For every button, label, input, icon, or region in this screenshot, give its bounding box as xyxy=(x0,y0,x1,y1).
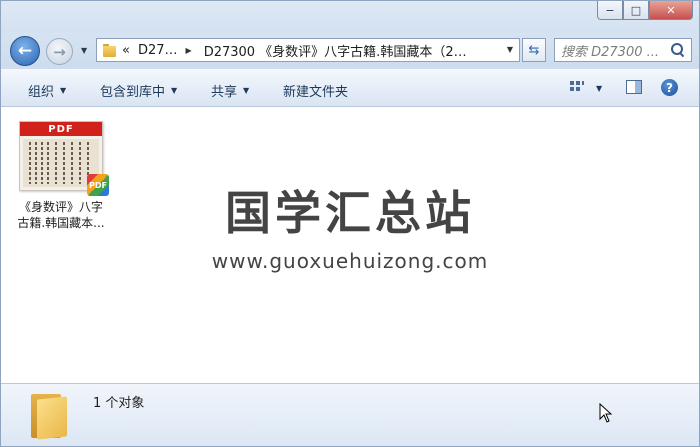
recent-pages-dropdown-icon[interactable]: ▼ xyxy=(81,46,87,55)
file-list-pane[interactable]: PDF PDF 《身数评》八字 古籍.韩国藏本... 国学汇总站 www.guo… xyxy=(1,107,699,383)
share-menu[interactable]: 共享 ▼ xyxy=(211,81,249,100)
preview-pane-icon[interactable] xyxy=(626,80,642,94)
details-pane: 1 个对象 xyxy=(1,383,699,446)
breadcrumb-current[interactable]: D27300 《身数评》八字古籍.韩国藏本（2… xyxy=(204,41,467,60)
organize-menu[interactable]: 组织 ▼ xyxy=(28,81,66,100)
navigation-bar: ← → ▼ « D27… ▶ D27300 《身数评》八字古籍.韩国藏本（2… … xyxy=(1,33,699,69)
close-button[interactable]: ✕ xyxy=(649,1,693,20)
view-options-icon[interactable] xyxy=(570,81,584,94)
maximize-button[interactable]: □ xyxy=(623,1,649,20)
include-in-library-label: 包含到库中 xyxy=(100,85,166,100)
back-arrow-icon: ← xyxy=(17,41,33,61)
help-icon[interactable]: ? xyxy=(661,79,678,96)
organize-label: 组织 xyxy=(28,85,55,100)
folder-icon xyxy=(31,392,67,440)
command-toolbar: 组织 ▼ 包含到库中 ▼ 共享 ▼ 新建文件夹 ▼ ? xyxy=(1,69,699,107)
forward-button[interactable]: → xyxy=(46,38,73,65)
watermark-url: www.guoxuehuizong.com xyxy=(211,249,489,273)
mouse-cursor-icon xyxy=(599,403,613,423)
view-dropdown-icon[interactable]: ▼ xyxy=(596,84,602,93)
watermark-title: 国学汇总站 xyxy=(225,186,475,240)
breadcrumb-segment[interactable]: D27… xyxy=(138,43,178,58)
chevron-down-icon: ▼ xyxy=(171,86,178,95)
search-placeholder: 搜索 D27300 ... xyxy=(561,44,660,60)
folder-icon xyxy=(103,43,116,57)
address-bar[interactable]: « D27… ▶ D27300 《身数评》八字古籍.韩国藏本（2… ▼ xyxy=(96,38,520,62)
address-overflow[interactable]: « xyxy=(122,43,130,58)
refresh-button[interactable]: ⇆ xyxy=(522,38,546,62)
new-folder-label: 新建文件夹 xyxy=(283,85,349,100)
pdf-type-band: PDF xyxy=(20,122,102,136)
refresh-icon: ⇆ xyxy=(528,42,540,58)
address-dropdown-icon[interactable]: ▼ xyxy=(507,45,513,54)
title-bar: − □ ✕ xyxy=(1,1,699,33)
back-button[interactable]: ← xyxy=(10,36,40,66)
explorer-window: − □ ✕ ← → ▼ « D27… ▶ D27300 《身数评》八字古籍.韩国… xyxy=(0,0,700,447)
watermark: 国学汇总站 www.guoxuehuizong.com xyxy=(1,177,699,273)
forward-arrow-icon: → xyxy=(53,42,66,61)
new-folder-button[interactable]: 新建文件夹 xyxy=(283,81,348,100)
caption-buttons: − □ ✕ xyxy=(597,1,693,20)
search-icon[interactable] xyxy=(671,43,685,57)
search-input[interactable]: 搜索 D27300 ... xyxy=(554,38,692,62)
share-label: 共享 xyxy=(211,85,238,100)
minimize-button[interactable]: − xyxy=(597,1,623,20)
item-count: 1 个对象 xyxy=(93,396,145,411)
chevron-down-icon: ▼ xyxy=(60,86,67,95)
chevron-right-icon[interactable]: ▶ xyxy=(186,46,192,55)
chevron-down-icon: ▼ xyxy=(243,86,250,95)
include-in-library-menu[interactable]: 包含到库中 ▼ xyxy=(100,81,177,100)
